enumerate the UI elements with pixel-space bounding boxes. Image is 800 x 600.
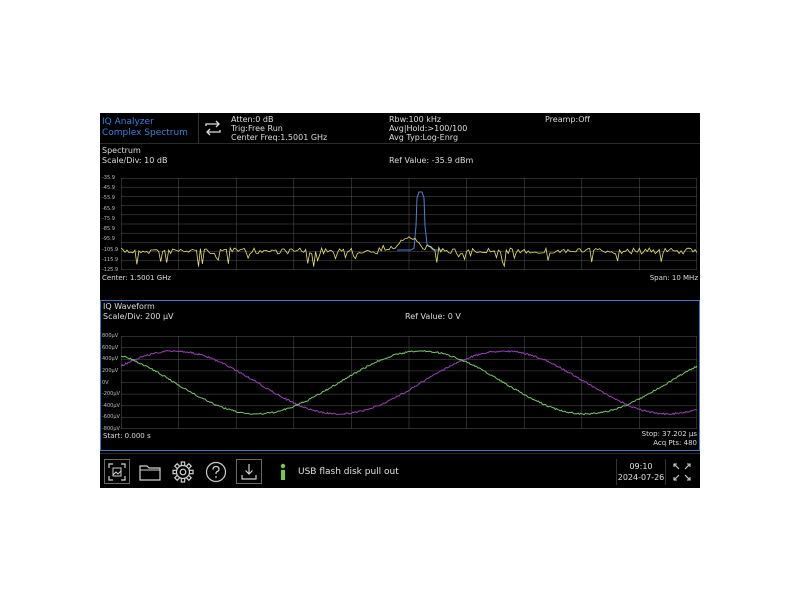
iq-y-tick: 600μV xyxy=(102,344,119,351)
spectrum-y-tick: -45.9 xyxy=(102,185,115,192)
spectrum-y-tick: -115.9 xyxy=(102,256,119,263)
fullscreen-icon[interactable] xyxy=(672,462,692,482)
spectrum-title: Spectrum xyxy=(102,146,141,155)
analyzer-screen: IQ Analyzer Complex Spectrum Atten:0 dB … xyxy=(100,113,700,488)
spectrum-y-tick: -35.9 xyxy=(102,175,115,181)
iq-y-tick: 200μV xyxy=(102,367,119,374)
spectrum-center: Center: 1.5001 GHz xyxy=(102,274,172,282)
spectrum-y-tick: -95.9 xyxy=(102,236,115,243)
system-clock: 09:10 2024-07-26 xyxy=(616,459,666,485)
iq-grid xyxy=(121,336,697,429)
help-icon xyxy=(205,461,227,482)
spectrum-y-tick: -65.9 xyxy=(102,205,115,212)
status-header: IQ Analyzer Complex Spectrum Atten:0 dB … xyxy=(100,113,700,144)
iq-ref-value: Ref Value: 0 V xyxy=(405,312,461,321)
info-icon xyxy=(280,463,286,480)
swap-mode-button[interactable] xyxy=(200,116,226,140)
spectrum-y-tick: -85.9 xyxy=(102,226,115,233)
iq-title: IQ Waveform xyxy=(103,302,155,311)
spectrum-scale: Scale/Div: 10 dB xyxy=(102,156,168,165)
clock-date: 2024-07-26 xyxy=(617,473,665,482)
file-manager-button[interactable] xyxy=(137,459,163,484)
iq-start: Start: 0.000 s xyxy=(103,432,151,440)
gear-icon xyxy=(172,460,194,483)
spectrum-peak-trace xyxy=(397,191,443,251)
iq-acq-pts: Acq Pts: 480 xyxy=(653,439,697,447)
avg-type-readout: Avg Typ:Log-Enrg xyxy=(389,133,459,142)
mode-view: Complex Spectrum xyxy=(102,128,188,138)
spectrum-y-tick: -55.9 xyxy=(102,195,115,202)
rbw-readout: Rbw:100 kHz xyxy=(389,115,442,124)
mode-indicator[interactable]: IQ Analyzer Complex Spectrum xyxy=(100,113,199,143)
iq-y-tick: 400μV xyxy=(102,356,119,363)
iq-plot[interactable] xyxy=(121,336,697,429)
spectrum-ref-value: Ref Value: -35.9 dBm xyxy=(389,156,474,165)
save-download-button[interactable] xyxy=(236,459,262,484)
clock-time: 09:10 xyxy=(629,462,653,471)
spectrum-span: Span: 10 MHz xyxy=(649,274,698,282)
iq-y-tick: -600μV xyxy=(102,414,120,421)
download-icon xyxy=(241,463,257,480)
center-freq-readout: Center Freq:1.5001 GHz xyxy=(231,133,328,142)
spectrum-y-tick: -75.9 xyxy=(102,215,115,222)
settings-button[interactable] xyxy=(170,459,196,484)
atten-readout: Atten:0 dB xyxy=(231,115,274,124)
swap-arrows-icon xyxy=(205,120,221,136)
spectrum-panel[interactable]: Spectrum Scale/Div: 10 dB Ref Value: -35… xyxy=(100,144,700,298)
notification-message: USB flash disk pull out xyxy=(298,467,399,477)
iq-scale: Scale/Div: 200 μV xyxy=(103,312,174,321)
iq-stop: Stop: 37.202 μs xyxy=(641,430,697,438)
mode-name: IQ Analyzer xyxy=(102,117,154,127)
iq-y-tick: -400μV xyxy=(102,402,120,409)
screenshot-icon xyxy=(108,462,126,481)
spectrum-y-tick: -125.9 xyxy=(102,267,119,273)
taskbar: USB flash disk pull out 09:10 2024-07-26 xyxy=(100,453,700,488)
iq-y-tick: -200μV xyxy=(102,391,120,398)
iq-waveform-panel[interactable]: IQ Waveform Scale/Div: 200 μV Ref Value:… xyxy=(100,300,700,451)
preamp-readout: Preamp:Off xyxy=(545,115,590,124)
spectrum-y-tick: -105.9 xyxy=(102,246,119,253)
folder-icon xyxy=(139,464,161,481)
spectrum-plot[interactable] xyxy=(121,178,697,270)
avg-hold-readout: Avg|Hold:>100/100 xyxy=(389,124,468,133)
iq-y-tick: 0V xyxy=(102,379,109,386)
help-button[interactable] xyxy=(203,459,229,484)
spectrum-grid xyxy=(121,178,697,270)
screenshot-button[interactable] xyxy=(104,459,130,484)
trigger-readout: Trig:Free Run xyxy=(231,124,283,133)
iq-y-tick: 800μV xyxy=(102,333,119,339)
